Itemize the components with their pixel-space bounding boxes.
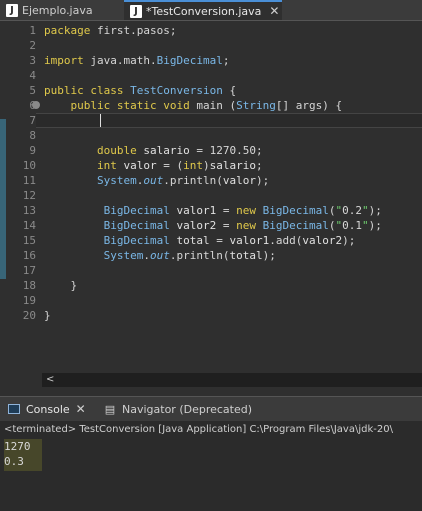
code-editor[interactable]: 1 2 3 4 5 6 7 8 9 10 11 12 13 14 15 16 17 18 19 20 package … <box>0 21 422 374</box>
code-line: double salario = 1270.50; <box>96 144 263 157</box>
tab-testconversion[interactable]: J *TestConversion.java ✕ <box>124 0 282 20</box>
line-number: 17 <box>22 264 36 277</box>
line-number: 4 <box>29 69 36 82</box>
navigator-tab-label: Navigator (Deprecated) <box>122 402 253 416</box>
console-tab-label: Console <box>26 402 70 416</box>
navigator-icon: ▤ <box>104 402 116 416</box>
line-number: 9 <box>29 144 36 157</box>
line-number: 1 <box>29 24 36 37</box>
code-line: BigDecimal total = valor1.add(valor2); <box>103 234 356 247</box>
line-number: 7 <box>29 114 36 127</box>
editor-tab-bar: J Ejemplo.java J *TestConversion.java ✕ <box>0 0 422 21</box>
code-line: public class TestConversion { <box>44 84 237 97</box>
console-output-line: 0.3 <box>4 455 24 468</box>
tab-console[interactable]: Console ✕ <box>8 397 86 421</box>
line-number: 12 <box>22 189 36 202</box>
code-line: } <box>44 279 78 292</box>
java-file-icon: J <box>130 4 142 18</box>
horizontal-scrollbar[interactable]: < <box>42 373 422 387</box>
code-line: package first.pasos; <box>44 24 177 37</box>
bottom-panel-tabs: Console ✕ ▤ Navigator (Deprecated) <box>0 396 422 422</box>
tab-ejemplo-label: Ejemplo.java <box>22 3 93 17</box>
console-status: <terminated> TestConversion [Java Applic… <box>4 424 393 435</box>
line-number: 20 <box>22 309 36 322</box>
java-file-icon: J <box>6 3 18 17</box>
scroll-left-icon[interactable]: < <box>46 373 54 387</box>
code-line: import java.math.BigDecimal; <box>44 54 230 67</box>
tab-ejemplo[interactable]: J Ejemplo.java <box>0 0 118 20</box>
text-caret <box>100 114 101 127</box>
console-icon <box>8 404 20 414</box>
line-number: 19 <box>22 294 36 307</box>
close-icon[interactable]: ✕ <box>76 402 86 416</box>
line-number: 16 <box>22 249 36 262</box>
code-line: } <box>44 309 51 322</box>
line-number: 13 <box>22 204 36 217</box>
code-line: int valor = (int)salario; <box>96 159 263 172</box>
code-line: BigDecimal valor2 = new BigDecimal("0.1"… <box>103 219 382 232</box>
line-number: 5 <box>29 84 36 97</box>
line-number: 18 <box>22 279 36 292</box>
console-view[interactable]: <terminated> TestConversion [Java Applic… <box>0 421 422 511</box>
line-number: 15 <box>22 234 36 247</box>
line-number: 10 <box>22 159 36 172</box>
console-output-line: 1270 <box>4 440 31 453</box>
close-icon[interactable]: ✕ <box>269 4 279 18</box>
code-line: System.out.println(total); <box>103 249 276 262</box>
line-number: 2 <box>29 39 36 52</box>
code-line: public static void main (String[] args) … <box>70 99 343 112</box>
line-number: 14 <box>22 219 36 232</box>
line-number: 8 <box>29 129 36 142</box>
code-line: BigDecimal valor1 = new BigDecimal("0.2"… <box>103 204 382 217</box>
code-line: System.out.println(valor); <box>96 174 270 187</box>
tab-navigator[interactable]: ▤ Navigator (Deprecated) <box>104 397 252 421</box>
line-number: 11 <box>22 174 36 187</box>
tab-testconversion-label: *TestConversion.java <box>146 4 262 18</box>
line-number: 3 <box>29 54 36 67</box>
line-number: 6 <box>29 99 36 112</box>
